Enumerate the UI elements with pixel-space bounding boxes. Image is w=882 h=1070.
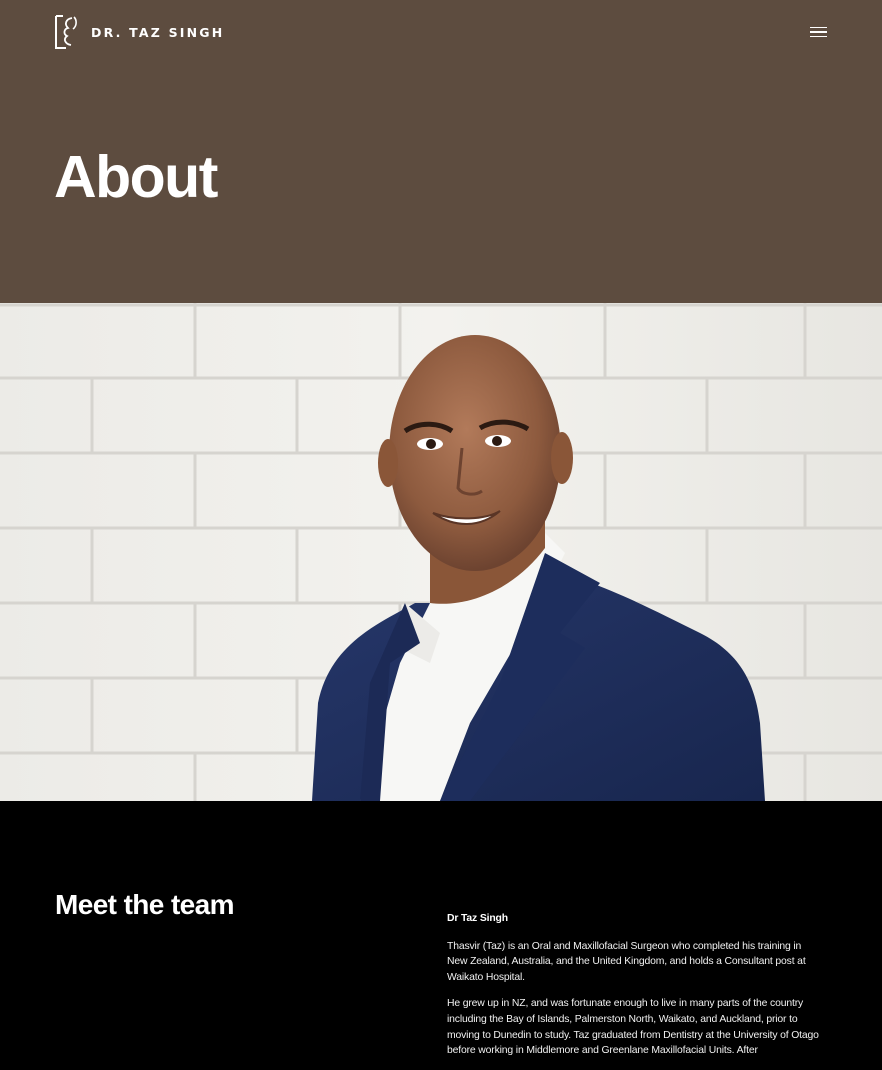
hamburger-icon-bar <box>809 26 827 29</box>
portrait-photo <box>0 303 882 801</box>
team-member-name: Dr Taz Singh <box>447 913 508 924</box>
logo-mark-icon <box>55 15 77 49</box>
menu-button[interactable] <box>806 22 830 42</box>
logo-text: DR. TAZ SINGH <box>91 24 225 40</box>
meet-the-team-section: Meet the team Dr Taz Singh Thasvir (Taz)… <box>0 801 882 1065</box>
bio-paragraph: He grew up in NZ, and was fortunate enou… <box>447 998 819 1057</box>
about-hero: DR. TAZ SINGH About <box>0 0 882 303</box>
team-member-bio: Dr Taz Singh Thasvir (Taz) is an Oral an… <box>447 911 819 1070</box>
team-heading: Meet the team <box>55 889 235 920</box>
bio-paragraph: Thasvir (Taz) is an Oral and Maxillofaci… <box>447 940 806 983</box>
site-logo[interactable]: DR. TAZ SINGH <box>54 14 224 50</box>
hamburger-icon-bar <box>809 31 827 33</box>
page-title: About <box>54 144 218 210</box>
hamburger-icon-bar <box>809 35 827 38</box>
